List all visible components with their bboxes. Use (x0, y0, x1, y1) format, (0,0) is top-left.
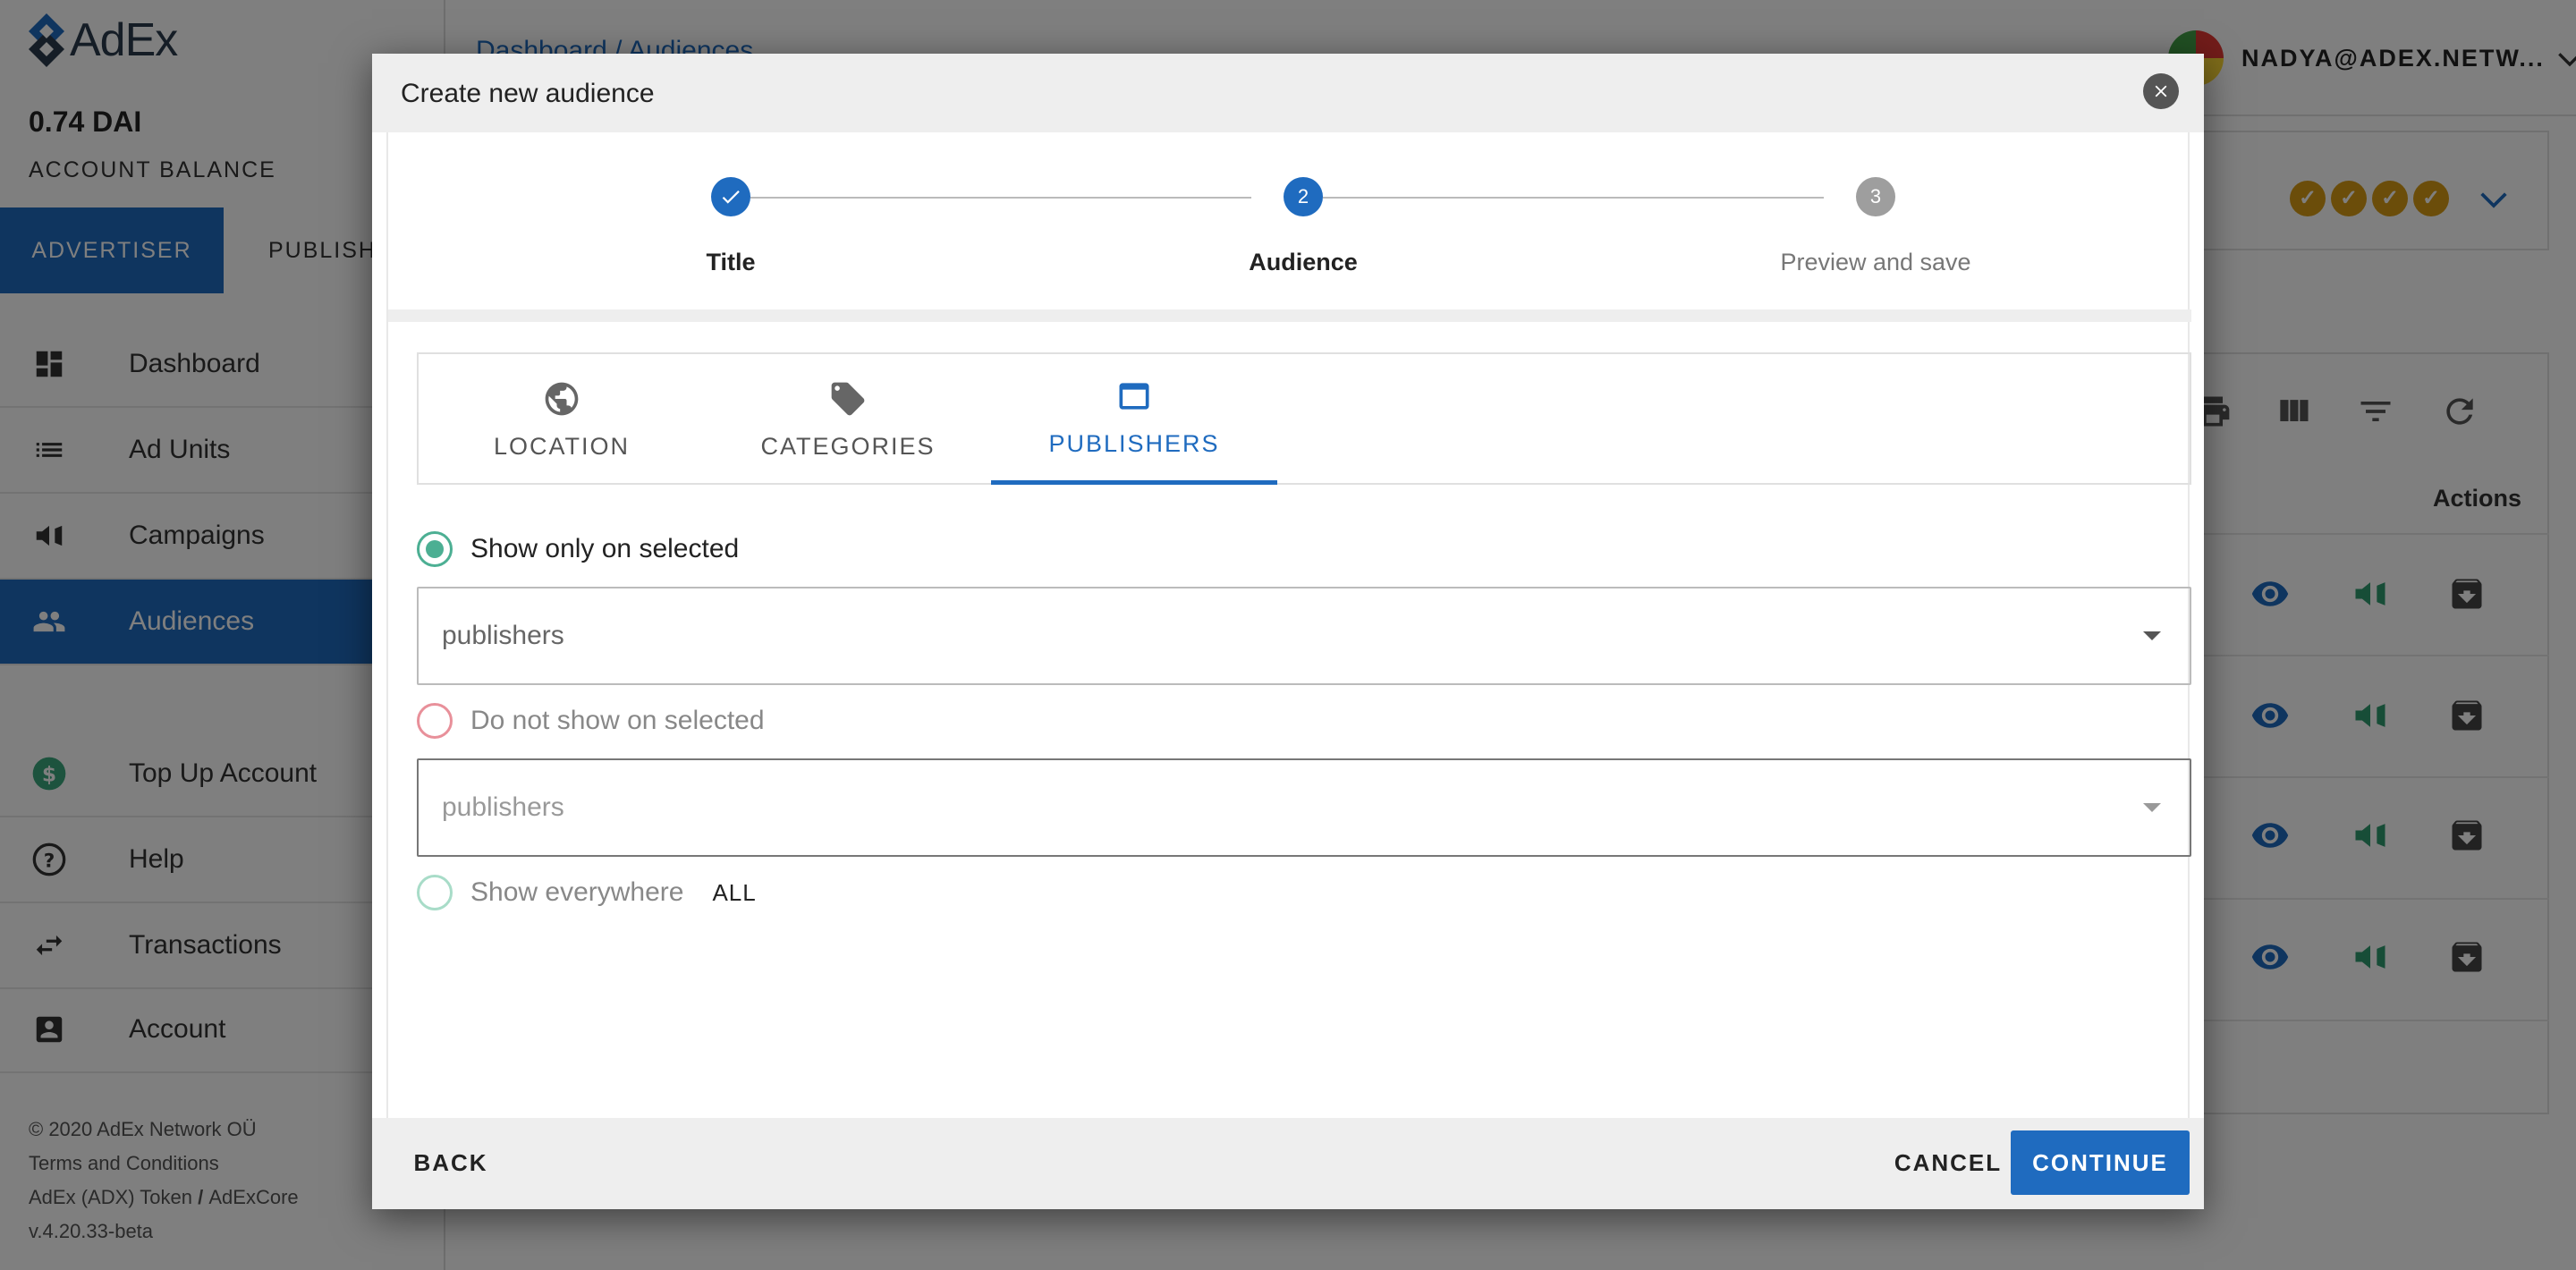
radio-label: Show everywhere (470, 877, 684, 907)
option-show-everywhere[interactable]: Show everywhere ALL (417, 875, 757, 910)
tab-label: LOCATION (493, 432, 630, 460)
caret-down-icon (2143, 803, 2161, 812)
close-button[interactable] (2143, 73, 2179, 109)
radio-label: Do not show on selected (470, 706, 765, 735)
tag-icon (831, 382, 865, 415)
radio-do-not-show[interactable] (417, 703, 453, 739)
dialog-body: 2 3 Title Audience Preview and save LOCA… (386, 132, 2191, 1118)
dialog-title: Create new audience (401, 79, 655, 108)
tab-publishers[interactable]: PUBLISHERS (991, 354, 1277, 485)
step-2-indicator[interactable]: 2 (1284, 177, 1323, 216)
tab-categories[interactable]: CATEGORIES (705, 354, 991, 485)
dialog-actions: BACK CANCEL CONTINUE (372, 1118, 2204, 1209)
option-show-only-selected[interactable]: Show only on selected (417, 531, 739, 567)
tab-label: CATEGORIES (760, 432, 936, 460)
step-3-indicator[interactable]: 3 (1856, 177, 1895, 216)
dialog-header: Create new audience (372, 54, 2204, 132)
option-do-not-show-selected[interactable]: Do not show on selected (417, 703, 765, 739)
step-2-label: Audience (1249, 249, 1358, 275)
show-only-publishers-select[interactable]: publishers (417, 587, 2191, 685)
radio-show-everywhere[interactable] (417, 875, 453, 910)
do-not-show-publishers-select[interactable]: publishers (417, 758, 2191, 857)
targeting-tabs: LOCATION CATEGORIES PUBLISHERS (417, 352, 2191, 485)
caret-down-icon (2143, 631, 2161, 640)
continue-button[interactable]: CONTINUE (2011, 1130, 2190, 1195)
show-everywhere-value: ALL (712, 878, 757, 906)
tab-label: PUBLISHERS (1048, 430, 1220, 457)
stepper: 2 3 Title Audience Preview and save (388, 132, 2191, 322)
step-connector (750, 197, 1251, 199)
radio-show-only[interactable] (417, 531, 453, 567)
window-icon (1119, 383, 1149, 410)
tab-location[interactable]: LOCATION (419, 354, 705, 485)
step-3-label: Preview and save (1780, 249, 1971, 275)
step-1-check-icon[interactable] (711, 177, 750, 216)
globe-icon (545, 382, 579, 415)
radio-label: Show only on selected (470, 534, 740, 563)
create-audience-dialog: Create new audience 2 3 Title Audience P… (372, 54, 2204, 1209)
step-1-label: Title (706, 249, 756, 275)
back-button[interactable]: BACK (390, 1130, 512, 1195)
select-value: publishers (442, 621, 564, 650)
close-icon (2155, 85, 2167, 97)
step-connector (1323, 197, 1824, 199)
select-value: publishers (442, 792, 564, 822)
cancel-button[interactable]: CANCEL (1877, 1130, 2020, 1195)
